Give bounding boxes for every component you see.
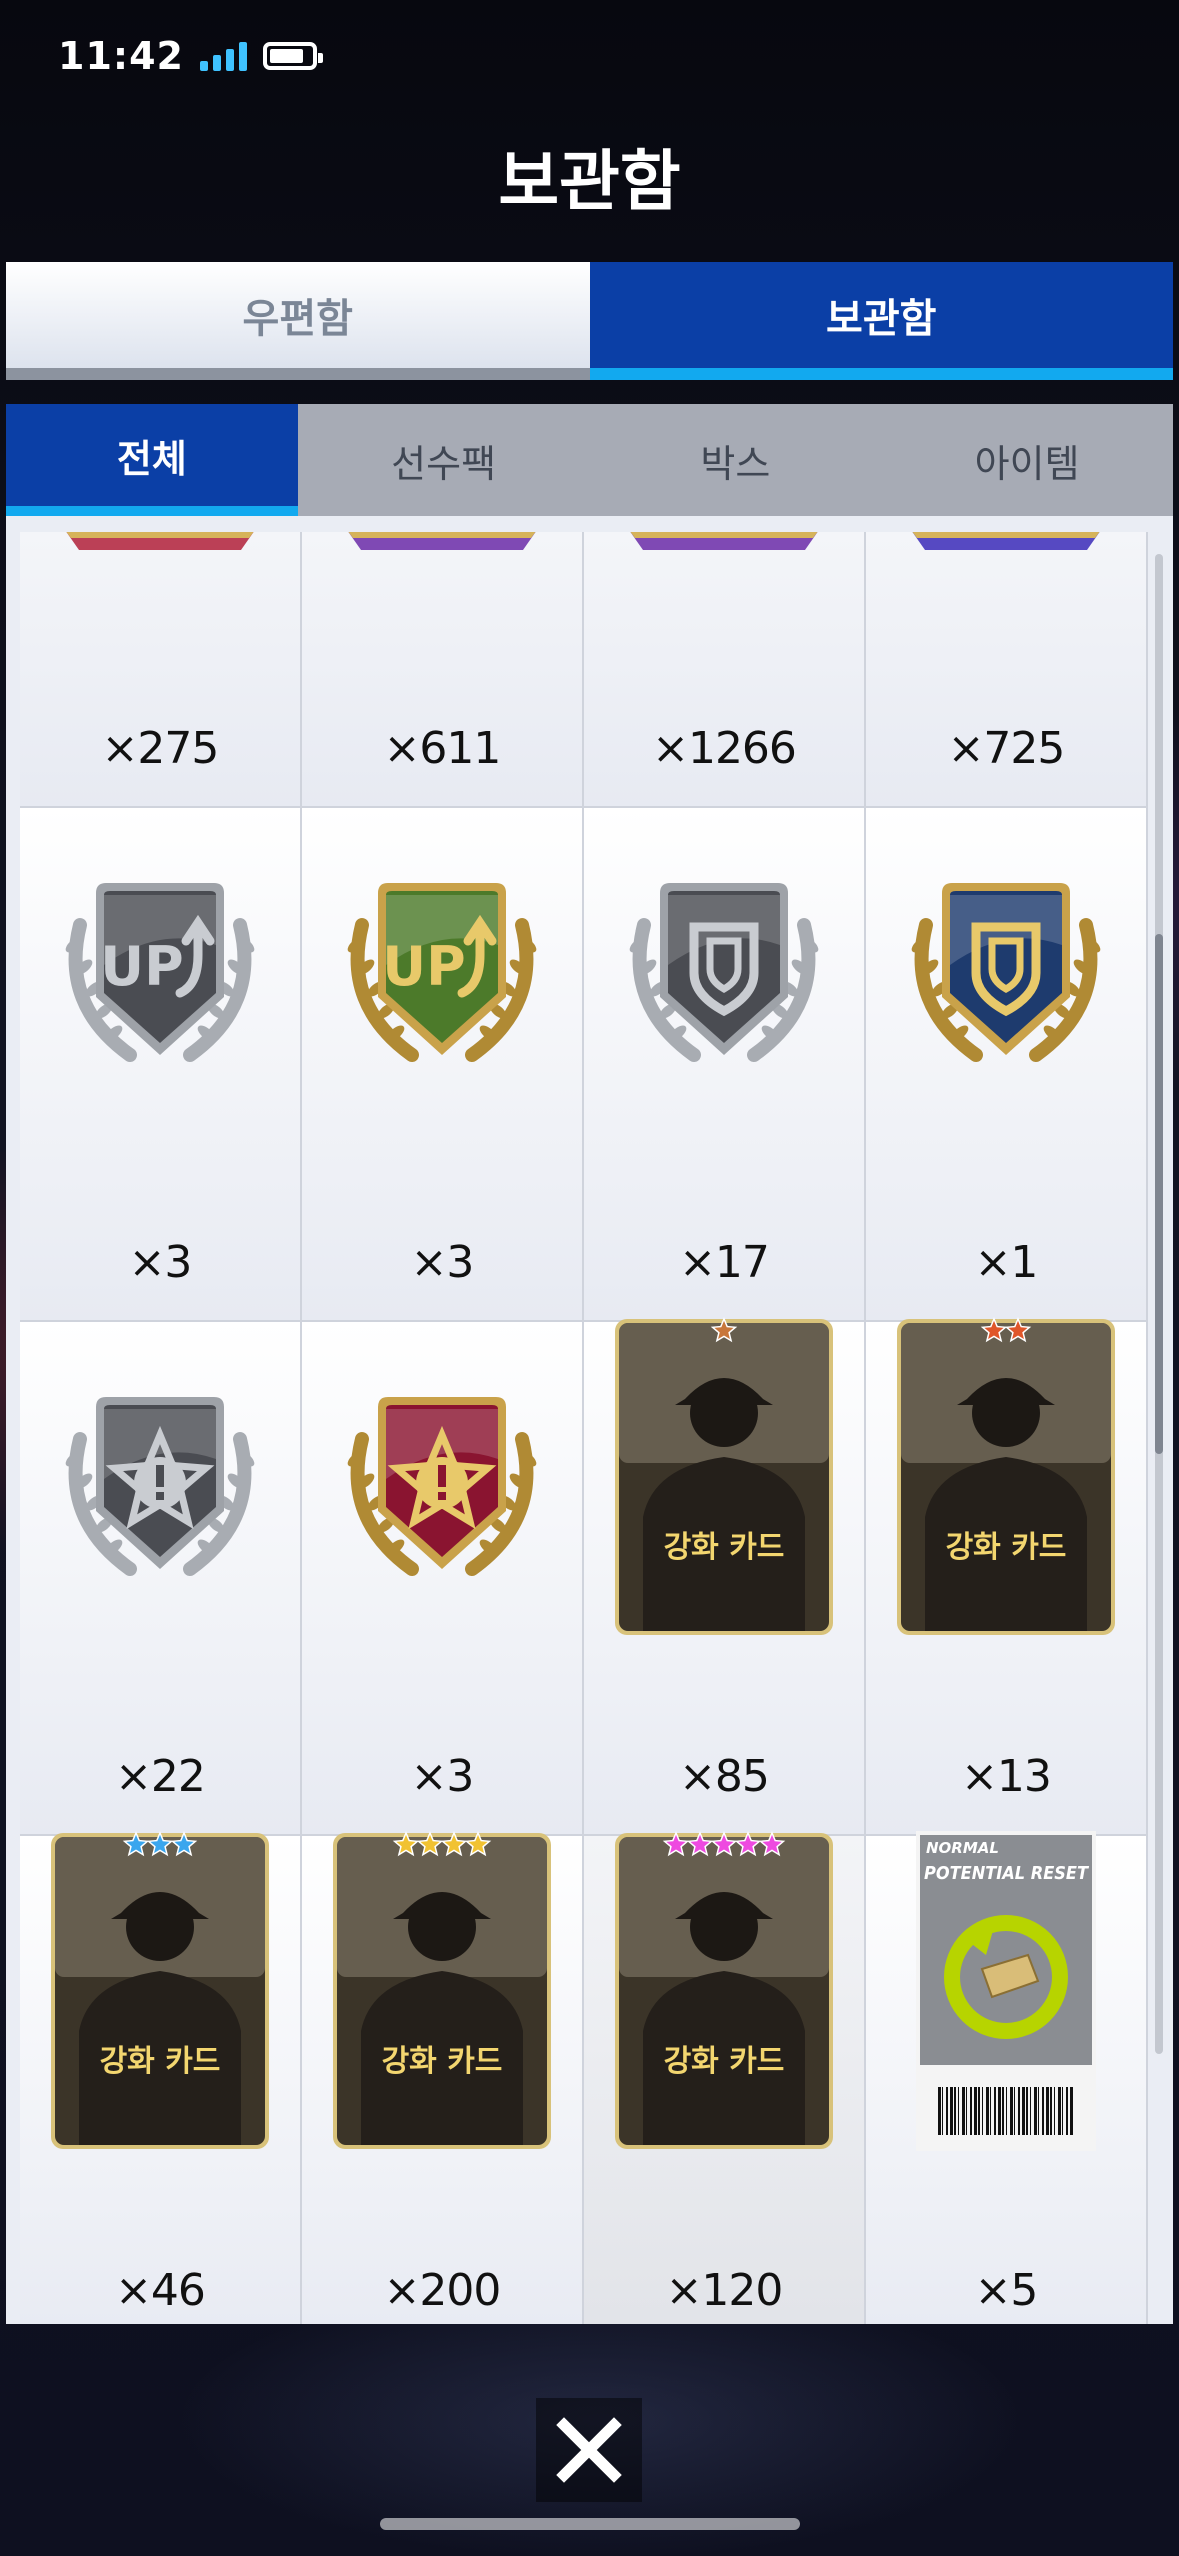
item-count: ×275 bbox=[101, 723, 220, 774]
item-count: ×5 bbox=[974, 2265, 1039, 2316]
partial-item-icon bbox=[66, 532, 254, 550]
inventory-item[interactable]: UP ×3 bbox=[300, 806, 584, 1324]
enhance-card-2star-icon: 강화 카드 bbox=[897, 1317, 1115, 1635]
item-count: ×46 bbox=[115, 2265, 206, 2316]
inventory-item[interactable]: ×275 bbox=[20, 532, 302, 810]
page-title: 보관함 bbox=[498, 143, 681, 220]
svg-text:UP: UP bbox=[100, 935, 183, 998]
category-tabs: 전체 선수팩 박스 아이템 bbox=[6, 404, 1173, 516]
inventory-item[interactable]: 강화 카드 ×200 bbox=[300, 1831, 584, 2324]
storage-panel: 전체 선수팩 박스 아이템 ×275 ×611 ×1266 ×725 UP ×3 UP ×3 ×… bbox=[6, 404, 1173, 2324]
enhance-card-label: 강화 카드 bbox=[664, 1530, 785, 1565]
item-grid: ×275 ×611 ×1266 ×725 UP ×3 UP ×3 ×17 ×1 ×22 ×3 강화 카드… bbox=[20, 532, 1150, 2324]
gold-up-badge-icon: UP bbox=[347, 883, 537, 1062]
item-count: ×22 bbox=[115, 1751, 206, 1802]
close-button[interactable] bbox=[536, 2398, 642, 2502]
scrollbar[interactable] bbox=[1155, 554, 1163, 2054]
gold-alert-badge-icon bbox=[347, 1397, 537, 1576]
inventory-item[interactable]: ×17 bbox=[582, 806, 866, 1324]
inventory-item[interactable]: 강화 카드 ×85 bbox=[582, 1317, 866, 1838]
potential-reset-ticket-icon: NORMAL POTENTIAL RESET bbox=[916, 1831, 1096, 2151]
tab-all[interactable]: 전체 bbox=[6, 404, 298, 516]
inventory-item[interactable]: ×725 bbox=[864, 532, 1148, 810]
tab-mailbox[interactable]: 우편함 bbox=[6, 262, 590, 380]
partial-item-icon bbox=[912, 532, 1100, 550]
svg-text:NORMAL: NORMAL bbox=[926, 1839, 999, 1857]
status-time: 11:42 bbox=[58, 34, 184, 78]
enhance-card-label: 강화 카드 bbox=[664, 2044, 785, 2079]
item-count: ×1 bbox=[974, 1237, 1039, 1288]
enhance-card-1star-icon: 강화 카드 bbox=[615, 1317, 833, 1635]
item-count: ×17 bbox=[679, 1237, 770, 1288]
item-count: ×13 bbox=[961, 1751, 1052, 1802]
enhance-card-4star-icon: 강화 카드 bbox=[333, 1831, 551, 2149]
partial-item-icon bbox=[348, 532, 536, 550]
inventory-item[interactable]: UP ×3 bbox=[20, 806, 302, 1324]
silver-shield-badge-icon bbox=[629, 883, 819, 1062]
inventory-item[interactable]: ×3 bbox=[300, 1320, 584, 1838]
silver-up-badge-icon: UP bbox=[65, 883, 255, 1062]
item-count: ×3 bbox=[128, 1237, 193, 1288]
svg-text:POTENTIAL RESET: POTENTIAL RESET bbox=[924, 1863, 1090, 1884]
tab-item[interactable]: 아이템 bbox=[881, 404, 1173, 516]
enhance-card-3star-icon: 강화 카드 bbox=[51, 1831, 269, 2149]
item-count: ×725 bbox=[947, 723, 1066, 774]
enhance-card-5star-icon: 강화 카드 bbox=[615, 1831, 833, 2149]
silver-alert-badge-icon bbox=[65, 1397, 255, 1576]
close-icon bbox=[556, 2417, 622, 2483]
item-count: ×200 bbox=[383, 2265, 502, 2316]
battery-icon bbox=[262, 42, 323, 70]
item-count: ×611 bbox=[383, 723, 502, 774]
tab-storage[interactable]: 보관함 bbox=[589, 262, 1173, 380]
item-count: ×3 bbox=[410, 1237, 475, 1288]
inventory-item[interactable]: 강화 카드 ×120 bbox=[582, 1831, 866, 2324]
tab-player-pack[interactable]: 선수팩 bbox=[298, 404, 590, 516]
main-tabs: 우편함 보관함 bbox=[6, 262, 1173, 380]
enhance-card-label: 강화 카드 bbox=[100, 2044, 221, 2079]
inventory-item[interactable]: 강화 카드 ×46 bbox=[20, 1831, 302, 2324]
home-indicator bbox=[380, 2518, 800, 2530]
inventory-item[interactable]: ×1266 bbox=[582, 532, 866, 810]
partial-item-icon bbox=[630, 532, 818, 550]
item-count: ×1266 bbox=[652, 723, 797, 774]
inventory-item[interactable]: ×611 bbox=[300, 532, 584, 810]
tab-box[interactable]: 박스 bbox=[590, 404, 882, 516]
inventory-item[interactable]: ×22 bbox=[20, 1320, 302, 1838]
inventory-item[interactable]: NORMAL POTENTIAL RESET ×5 bbox=[864, 1831, 1148, 2324]
item-count: ×85 bbox=[679, 1751, 770, 1802]
enhance-card-label: 강화 카드 bbox=[946, 1530, 1067, 1565]
enhance-card-label: 강화 카드 bbox=[382, 2044, 503, 2079]
signal-icon bbox=[199, 41, 247, 71]
inventory-item[interactable]: 강화 카드 ×13 bbox=[864, 1317, 1148, 1838]
gold-shield-badge-icon bbox=[911, 883, 1101, 1062]
svg-text:UP: UP bbox=[382, 935, 465, 998]
item-count: ×120 bbox=[665, 2265, 784, 2316]
item-count: ×3 bbox=[410, 1751, 475, 1802]
status-bar: 11:42 bbox=[58, 28, 323, 84]
inventory-item[interactable]: ×1 bbox=[864, 806, 1148, 1324]
